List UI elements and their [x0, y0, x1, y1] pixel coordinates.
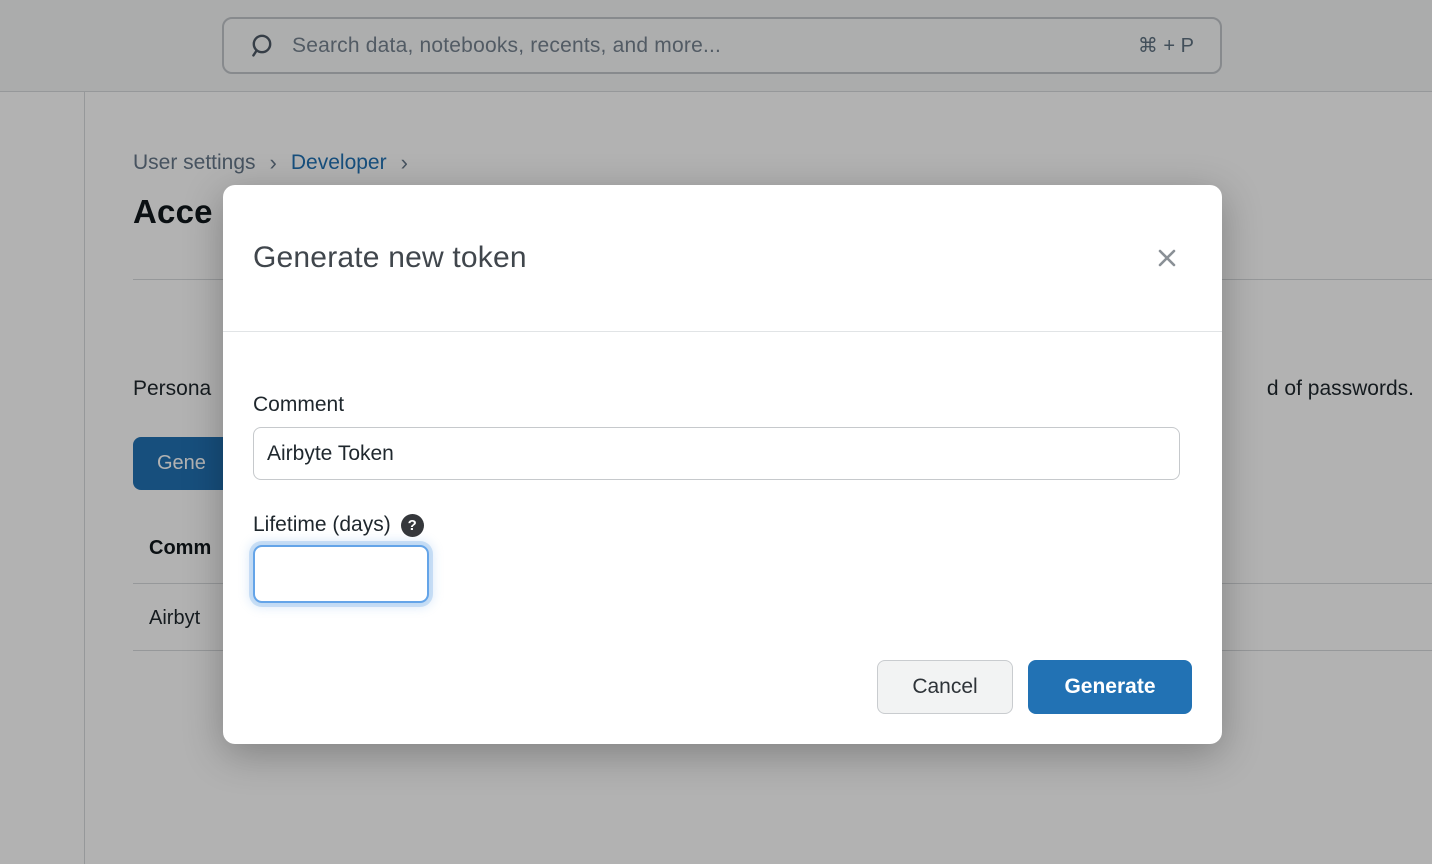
- dialog-body: Comment Lifetime (days) ? Cancel Generat…: [223, 393, 1222, 714]
- help-icon[interactable]: ?: [401, 514, 424, 537]
- comment-label: Comment: [253, 393, 1192, 417]
- generate-token-dialog: Generate new token Comment Lifetime (day…: [223, 185, 1222, 744]
- comment-input[interactable]: [253, 427, 1180, 480]
- lifetime-label: Lifetime (days): [253, 513, 391, 537]
- dialog-header: Generate new token: [223, 185, 1222, 332]
- lifetime-input[interactable]: [253, 545, 429, 603]
- generate-button[interactable]: Generate: [1028, 660, 1192, 714]
- lifetime-label-row: Lifetime (days) ?: [253, 513, 1192, 537]
- dialog-footer: Cancel Generate: [253, 660, 1192, 714]
- cancel-button[interactable]: Cancel: [877, 660, 1013, 714]
- close-icon[interactable]: [1152, 243, 1182, 273]
- dialog-title: Generate new token: [253, 241, 1152, 275]
